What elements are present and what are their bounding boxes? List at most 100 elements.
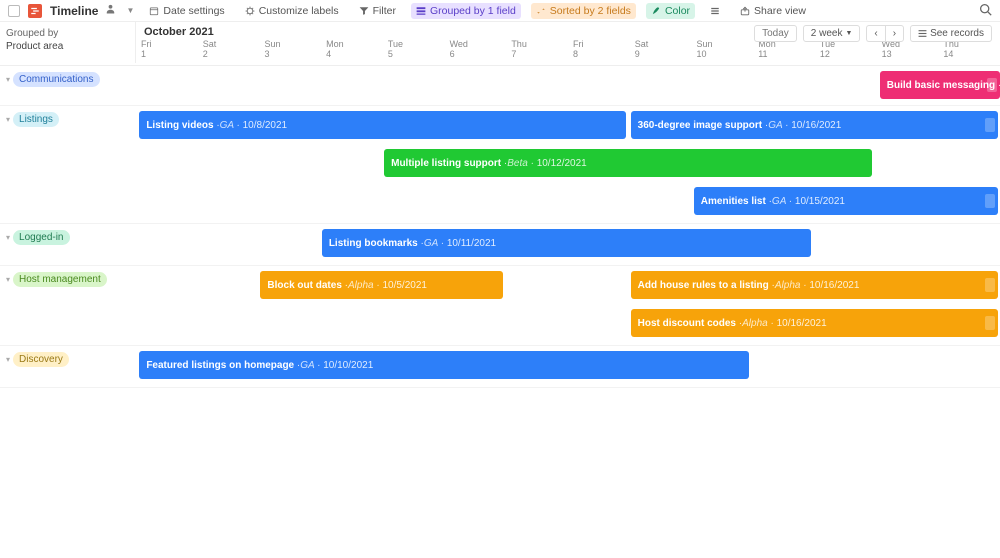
group-row: ▾Host managementBlock out datesAlpha10/5… [0,266,1000,346]
track-area[interactable]: Build basic messagingDogfood10/17/2021 [135,66,1000,105]
today-button[interactable]: Today [754,25,797,42]
bar-title: Listing bookmarks [329,238,424,249]
timeline-record-bar[interactable]: Host discount codesAlpha10/16/2021 [631,309,999,337]
bar-title: Host discount codes [638,318,742,329]
day-column: Mon4 [321,40,383,63]
day-column: Thu14 [938,40,1000,63]
next-button[interactable]: › [885,25,904,42]
timeline-record-bar[interactable]: Amenities listGA10/15/2021 [694,187,998,215]
bar-date: 10/16/2021 [791,120,841,131]
chevron-down-icon[interactable]: ▼ [126,6,134,15]
customize-labels-button[interactable]: Customize labels [240,3,344,19]
collapse-toggle-icon[interactable]: ▾ [6,272,10,284]
timeline-record-bar[interactable]: Build basic messagingDogfood10/17/2021 [880,71,1000,99]
timeline-record-bar[interactable]: Add house rules to a listingAlpha10/16/2… [631,271,999,299]
sort-button[interactable]: Sorted by 2 fields [531,3,636,19]
bar-title: Featured listings on homepage [146,360,300,371]
group-tag[interactable]: Logged-in [13,230,69,245]
day-column: Sun10 [691,40,753,63]
bar-continues-icon [987,78,997,92]
range-select[interactable]: 2 week ▼ [803,25,861,42]
row-height-button[interactable] [705,4,725,18]
bar-stage: Alpha [775,280,809,291]
collapse-toggle-icon[interactable]: ▾ [6,352,10,364]
chevron-down-icon: ▼ [845,30,852,37]
timeline-body: ▾CommunicationsBuild basic messagingDogf… [0,66,1000,388]
timeline-view-icon [28,4,42,18]
group-tag[interactable]: Listings [13,112,59,127]
prev-button[interactable]: ‹ [866,25,884,42]
day-column: Tue5 [383,40,445,63]
timeline-record-bar[interactable]: Block out datesAlpha10/5/2021 [260,271,502,299]
people-icon[interactable] [106,3,118,18]
search-icon[interactable] [979,3,992,19]
bar-title: Add house rules to a listing [638,280,775,291]
top-toolbar: Timeline ▼ Date settings Customize label… [0,0,1000,22]
bar-date: 10/11/2021 [447,238,496,249]
group-tag[interactable]: Communications [13,72,99,87]
timeline-record-bar[interactable]: Listing bookmarksGA10/11/2021 [322,229,811,257]
day-column: Fri1 [136,40,198,63]
collapse-toggle-icon[interactable]: ▾ [6,72,10,84]
see-records-button[interactable]: See records [910,25,992,42]
collapse-toggle-icon[interactable]: ▾ [6,230,10,242]
day-column: Thu7 [506,40,568,63]
group-tag[interactable]: Discovery [13,352,69,367]
bar-title: 360-degree image support [638,120,769,131]
day-column: Wed13 [877,40,939,63]
track-area[interactable]: Block out datesAlpha10/5/2021 Add house r… [135,266,1000,345]
bar-stage: GA [220,120,243,131]
share-view-button[interactable]: Share view [735,3,811,19]
day-column: Sun3 [259,40,321,63]
collapse-toggle-icon[interactable]: ▾ [6,112,10,124]
timeline-header: Grouped by Product area October 2021 Tod… [0,22,1000,66]
bar-continues-icon [985,316,995,330]
group-header[interactable]: ▾Communications [0,66,135,105]
group-header[interactable]: ▾Listings [0,106,135,223]
bar-title: Multiple listing support [391,158,507,169]
bar-stage: GA [772,196,795,207]
bar-stage: Beta [507,158,536,169]
bar-date: 10/10/2021 [323,360,373,371]
group-button[interactable]: Grouped by 1 field [411,3,521,19]
group-header[interactable]: ▾Logged-in [0,224,135,265]
bar-date: 10/8/2021 [243,120,288,131]
bar-date: 10/15/2021 [795,196,845,207]
timeline-controls: Today 2 week ▼ ‹ › See records [754,25,992,42]
bar-title: Listing videos [146,120,219,131]
bar-date: 10/12/2021 [537,158,587,169]
group-header[interactable]: ▾Discovery [0,346,135,387]
bar-title: Build basic messaging [887,80,1000,91]
timeline-record-bar[interactable]: Listing videosGA10/8/2021 [139,111,626,139]
bar-title: Block out dates [267,280,348,291]
chevron-left-icon: ‹ [874,28,877,39]
date-settings-button[interactable]: Date settings [144,3,229,19]
track-area[interactable]: Listing videosGA10/8/2021360-degree imag… [135,106,1000,223]
group-row: ▾Communications Build basic messagingDogf… [0,66,1000,106]
timeline-record-bar[interactable]: 360-degree image supportGA10/16/2021 [631,111,999,139]
group-row: ▾Logged-in Listing bookmarksGA10/11/2021 [0,224,1000,266]
group-header[interactable]: ▾Host management [0,266,135,345]
view-name[interactable]: Timeline [50,4,98,18]
bar-continues-icon [985,118,995,132]
track-area[interactable]: Listing bookmarksGA10/11/2021 [135,224,1000,265]
group-tag[interactable]: Host management [13,272,107,287]
bar-stage: GA [300,360,323,371]
sidebar-toggle-icon[interactable] [8,5,20,17]
bar-stage: Alpha [742,318,776,329]
chevron-right-icon: › [893,28,896,39]
day-column: Sat9 [630,40,692,63]
bar-stage: GA [768,120,791,131]
day-column: Wed6 [445,40,507,63]
filter-button[interactable]: Filter [354,3,401,19]
group-row: ▾DiscoveryFeatured listings on homepageG… [0,346,1000,388]
days-row: Fri1Sat2Sun3Mon4Tue5Wed6Thu7Fri8Sat9Sun1… [136,40,1000,63]
group-by-label: Grouped by Product area [0,22,135,53]
bar-stage: Alpha [348,280,382,291]
timeline-record-bar[interactable]: Featured listings on homepageGA10/10/202… [139,351,749,379]
track-area[interactable]: Featured listings on homepageGA10/10/202… [135,346,1000,387]
timeline-date-header: October 2021 Today 2 week ▼ ‹ › See reco… [135,22,1000,63]
timeline-record-bar[interactable]: Multiple listing supportBeta10/12/2021 [384,149,872,177]
view-switcher[interactable]: Timeline ▼ [8,3,134,18]
color-button[interactable]: Color [646,3,695,19]
